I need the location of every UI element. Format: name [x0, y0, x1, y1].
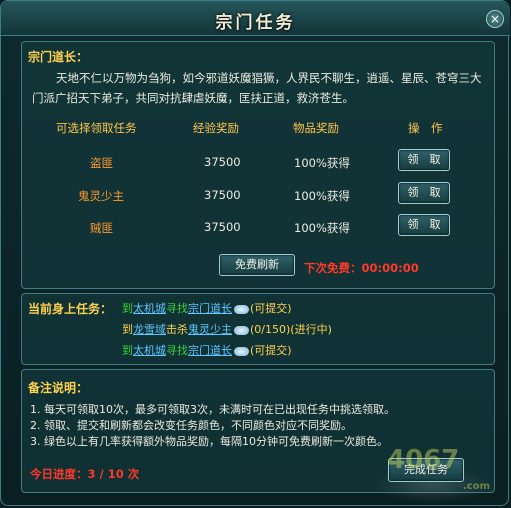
daily-progress: 今日进度：3 / 10 次 [30, 467, 140, 481]
task-name: 盗匪 [90, 156, 113, 170]
note-item: 2. 领取、提交和刷新都会改变任务颜色，不同颜色对应不同奖励。 [30, 419, 352, 432]
item-reward: 100%获得 [294, 189, 350, 203]
task-status: (可提交) [250, 344, 292, 357]
cloud-icon[interactable] [234, 325, 249, 335]
task-target-link[interactable]: 宗门道长 [188, 302, 232, 315]
exp-reward: 37500 [204, 155, 241, 169]
next-free-label: 下次免费：00:00:00 [304, 260, 419, 276]
task-name: 鬼灵少主 [78, 189, 124, 203]
watermark-suffix: .com [463, 481, 491, 492]
task-selection-panel: 宗门道长： 天地不仁以万物为刍狗，如今邪道妖魔猖獗，人界民不聊生，逍遥、星辰、苍… [21, 41, 495, 289]
quest-window: 宗门任务 × 宗门道长： 天地不仁以万物为刍狗，如今邪道妖魔猖獗，人界民不聊生，… [0, 0, 510, 506]
exp-reward: 37500 [204, 220, 241, 234]
task-place-link[interactable]: 太机城 [133, 344, 166, 357]
task-status: (进行中) [290, 323, 332, 336]
task-place-link[interactable]: 太机城 [133, 302, 166, 315]
title-bar: 宗门任务 × [1, 1, 510, 36]
refresh-timer: 00:00:00 [361, 261, 419, 275]
elder-intro-text: 天地不仁以万物为刍狗，如今邪道妖魔猖獗，人界民不聊生，逍遥、星辰、苍穹三大门派广… [32, 71, 482, 105]
watermark-logo: 4067 [387, 445, 460, 475]
current-tasks-panel: 当前身上任务： 到太机城寻找宗门道长 (可提交) 到龙雪域击杀鬼灵少主 (0/150… [21, 293, 495, 365]
task-prefix: 到 [122, 302, 133, 315]
current-task: 到太机城寻找宗门道长 (可提交) [122, 342, 292, 358]
note-item: 3. 绿色以上有几率获得额外物品奖励，每隔10分钟可免费刷新一次颜色。 [30, 435, 388, 448]
current-heading: 当前身上任务： [28, 302, 113, 316]
current-task: 到龙雪域击杀鬼灵少主 (0/150)(进行中) [122, 321, 332, 337]
note-item: 1. 每天可领取10次，最多可领取3次，未满时可在已出现任务中挑选领取。 [30, 403, 395, 416]
col-header-item: 物品奖励 [293, 121, 339, 135]
task-progress: (0/150) [250, 323, 291, 336]
window-title: 宗门任务 [215, 13, 296, 33]
task-verb: 击杀 [166, 323, 188, 336]
col-header-task: 可选择领取任务 [56, 121, 137, 135]
elder-heading: 宗门道长： [28, 50, 89, 64]
current-task: 到太机城寻找宗门道长 (可提交) [122, 300, 292, 316]
claim-button[interactable]: 领 取 [398, 214, 450, 236]
cloud-icon[interactable] [234, 304, 249, 314]
task-name: 贼匪 [90, 221, 113, 235]
notes-heading: 备注说明： [28, 381, 89, 395]
col-header-exp: 经验奖励 [193, 121, 239, 135]
task-target-link[interactable]: 鬼灵少主 [188, 323, 232, 336]
claim-button[interactable]: 领 取 [398, 149, 450, 171]
task-status: (可提交) [250, 302, 292, 315]
exp-reward: 37500 [204, 188, 241, 202]
cloud-icon[interactable] [234, 346, 249, 356]
next-free-text: 下次免费： [304, 261, 362, 275]
task-prefix: 到 [122, 344, 133, 357]
free-refresh-button[interactable]: 免费刷新 [219, 254, 295, 276]
task-verb: 寻找 [166, 302, 188, 315]
elder-intro: 天地不仁以万物为刍狗，如今邪道妖魔猖獗，人界民不聊生，逍遥、星辰、苍穹三大门派广… [32, 68, 487, 108]
claim-button[interactable]: 领 取 [398, 182, 450, 204]
task-prefix: 到 [122, 323, 133, 336]
item-reward: 100%获得 [294, 156, 350, 170]
task-target-link[interactable]: 宗门道长 [188, 344, 232, 357]
task-verb: 寻找 [166, 344, 188, 357]
item-reward: 100%获得 [294, 221, 350, 235]
task-place-link[interactable]: 龙雪域 [133, 323, 166, 336]
col-header-action: 操 作 [408, 121, 443, 135]
close-icon[interactable]: × [486, 10, 504, 28]
